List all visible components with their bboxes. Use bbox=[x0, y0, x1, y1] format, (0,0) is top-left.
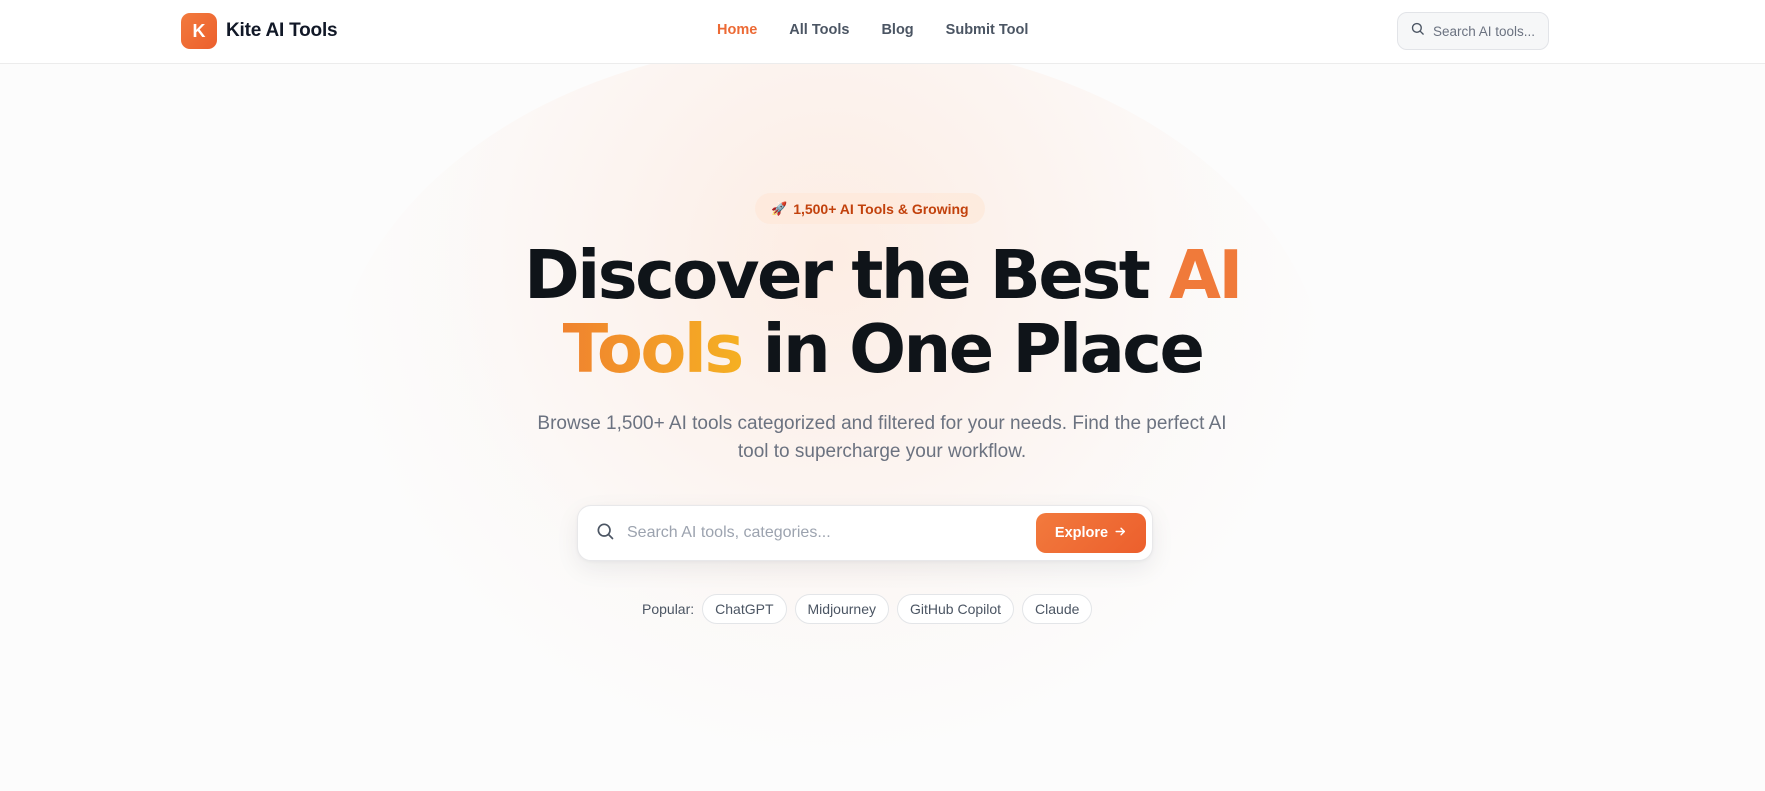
headline-accent-1: AI bbox=[1169, 236, 1243, 314]
logo-mark: K bbox=[181, 13, 217, 49]
nav-item-all-tools[interactable]: All Tools bbox=[789, 22, 849, 38]
popular-tag-chatgpt[interactable]: ChatGPT bbox=[702, 594, 787, 624]
popular-label: Popular: bbox=[642, 601, 695, 617]
hero-headline: Discover the Best AI Tools in One Place bbox=[0, 238, 1765, 386]
header-search-box bbox=[1397, 12, 1549, 50]
hero-search-input[interactable] bbox=[627, 524, 1036, 542]
hero-badge: 🚀 1,500+ AI Tools & Growing bbox=[755, 193, 985, 224]
site-header: K Kite AI Tools Home All Tools Blog Subm… bbox=[0, 0, 1765, 64]
nav-item-home[interactable]: Home bbox=[717, 22, 757, 38]
headline-part-1: Discover the Best bbox=[524, 236, 1170, 314]
popular-tag-claude[interactable]: Claude bbox=[1022, 594, 1093, 624]
explore-button[interactable]: Explore bbox=[1036, 513, 1146, 553]
search-icon bbox=[595, 521, 615, 546]
popular-tag-midjourney[interactable]: Midjourney bbox=[794, 594, 889, 624]
rocket-icon: 🚀 bbox=[771, 200, 788, 216]
hero-background-glow bbox=[330, 40, 1330, 760]
logo-link[interactable]: K Kite AI Tools bbox=[181, 13, 338, 49]
main-nav: Home All Tools Blog Submit Tool bbox=[717, 22, 1028, 38]
headline-part-2: in One Place bbox=[741, 310, 1205, 388]
header-search-input[interactable] bbox=[1433, 23, 1543, 39]
popular-tag-github-copilot[interactable]: GitHub Copilot bbox=[897, 594, 1015, 624]
page: K Kite AI Tools Home All Tools Blog Subm… bbox=[0, 0, 1765, 791]
brand-name: Kite AI Tools bbox=[226, 20, 338, 41]
headline-accent-2: Tools bbox=[562, 310, 745, 388]
badge-text: 1,500+ AI Tools & Growing bbox=[793, 200, 969, 217]
arrow-right-icon bbox=[1114, 525, 1127, 542]
explore-button-label: Explore bbox=[1054, 525, 1109, 541]
nav-item-submit-tool[interactable]: Submit Tool bbox=[946, 22, 1029, 38]
hero-subtitle: Browse 1,500+ AI tools categorized and f… bbox=[537, 413, 1227, 462]
search-icon bbox=[1410, 21, 1425, 41]
nav-item-blog[interactable]: Blog bbox=[881, 22, 913, 38]
popular-tags: Popular: ChatGPT Midjourney GitHub Copil… bbox=[642, 594, 1093, 624]
hero-search-box: Explore bbox=[577, 505, 1153, 561]
